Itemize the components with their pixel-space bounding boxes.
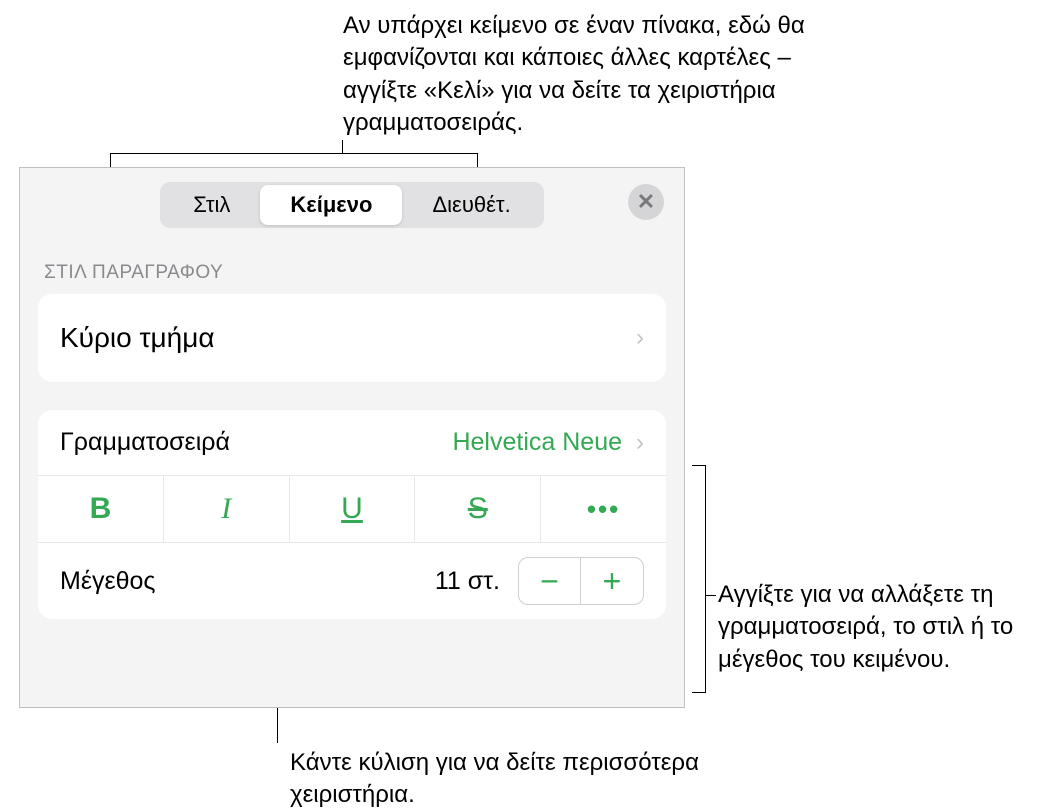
callout-leader <box>342 140 343 153</box>
tab-text[interactable]: Κείμενο <box>260 185 402 225</box>
chevron-right-icon: › <box>636 324 644 352</box>
tab-arrange[interactable]: Διευθέτ. <box>402 185 540 225</box>
italic-button[interactable]: I <box>164 476 290 542</box>
panel-header: Στιλ Κείμενο Διευθέτ. ✕ <box>20 168 684 238</box>
size-value: 11 στ. <box>435 567 500 596</box>
text-style-row: B I U S ••• <box>38 476 666 543</box>
format-panel: Στιλ Κείμενο Διευθέτ. ✕ ΣΤΙΛ ΠΑΡΑΓΡΑΦΟΥ … <box>19 167 685 708</box>
underline-button[interactable]: U <box>290 476 416 542</box>
size-label: Μέγεθος <box>60 567 155 596</box>
close-icon: ✕ <box>637 189 655 215</box>
callout-top-text: Αν υπάρχει κείμενο σε έναν πίνακα, εδώ θ… <box>343 10 863 140</box>
font-section: Γραμματοσειρά Helvetica Neue › B I U S •… <box>38 410 666 619</box>
tab-segmented-control: Στιλ Κείμενο Διευθέτ. <box>160 182 543 228</box>
callout-bottom-text: Κάντε κύλιση για να δείτε περισσότερα χε… <box>290 747 710 812</box>
callout-leader <box>706 595 716 596</box>
paragraph-style-section-label: ΣΤΙΛ ΠΑΡΑΓΡΑΦΟΥ <box>20 238 684 294</box>
font-row[interactable]: Γραμματοσειρά Helvetica Neue › <box>38 410 666 476</box>
font-label: Γραμματοσειρά <box>60 428 230 457</box>
strikethrough-button[interactable]: S <box>415 476 541 542</box>
callout-bracket-top <box>110 153 478 167</box>
paragraph-style-row[interactable]: Κύριο τμήμα › <box>38 294 666 382</box>
chevron-right-icon: › <box>636 429 644 457</box>
bold-button[interactable]: B <box>38 476 164 542</box>
size-decrease-button[interactable]: − <box>519 558 581 604</box>
callout-bracket-right <box>692 465 706 693</box>
tab-style[interactable]: Στιλ <box>163 185 260 225</box>
more-options-button[interactable]: ••• <box>541 476 666 542</box>
font-value: Helvetica Neue <box>452 428 622 457</box>
size-stepper: − + <box>518 557 644 605</box>
callout-right-text: Αγγίξτε για να αλλάξετε τη γραμματοσειρά… <box>718 579 1028 676</box>
size-increase-button[interactable]: + <box>581 558 643 604</box>
size-row: Μέγεθος 11 στ. − + <box>38 543 666 619</box>
paragraph-style-value: Κύριο τμήμα <box>60 322 215 354</box>
close-button[interactable]: ✕ <box>628 184 664 220</box>
